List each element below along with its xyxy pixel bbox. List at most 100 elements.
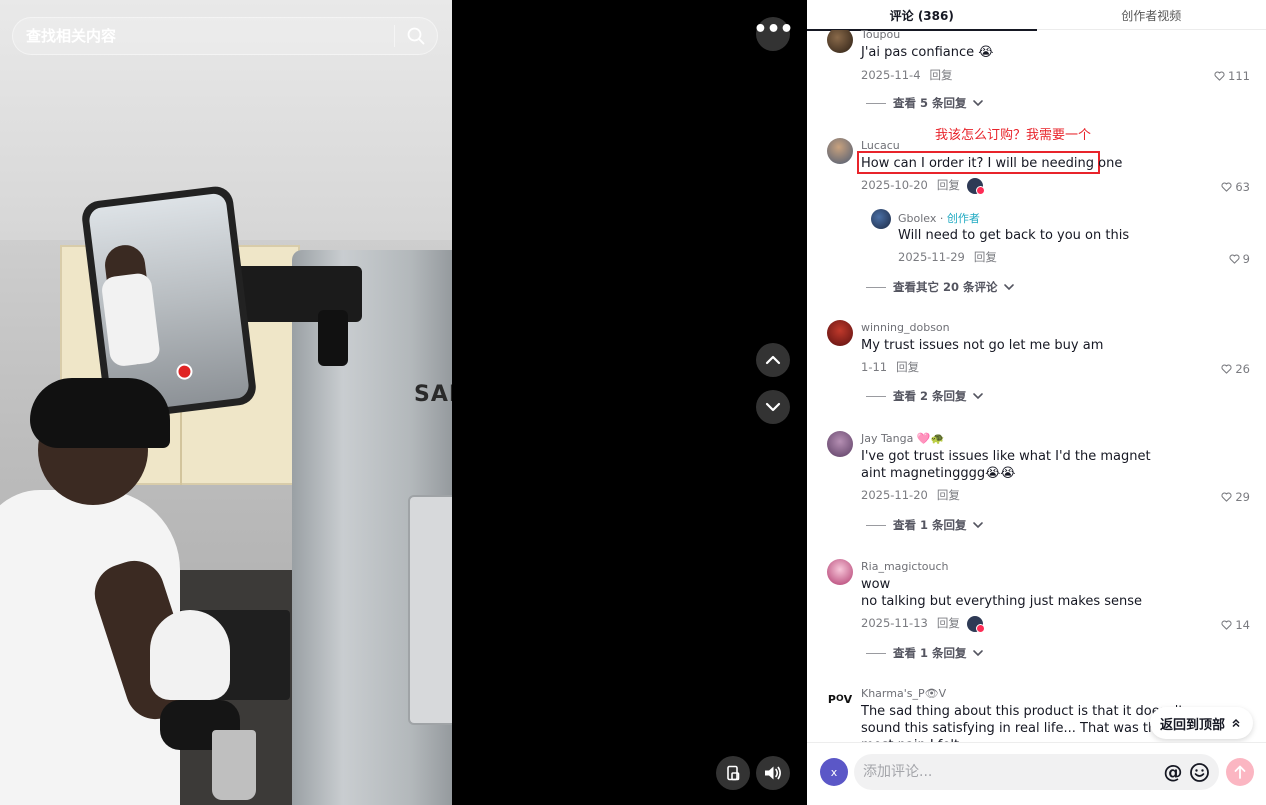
like-button[interactable]: 14 — [1221, 618, 1250, 632]
more-icon: ••• — [753, 17, 793, 42]
reply-meta: 2025-11-29 回复 — [898, 249, 997, 265]
translation-note: 我该怎么订购？我需要一个 — [935, 128, 1092, 143]
more-options-button[interactable]: ••• — [753, 17, 794, 51]
comment-meta: 2025-11-4 回复 — [861, 67, 953, 83]
comment-username[interactable]: winning_dobson — [861, 321, 950, 334]
heart-icon — [1221, 492, 1232, 502]
avatar[interactable] — [827, 30, 853, 53]
comment-text: How can I order it? I will be needing on… — [861, 156, 1123, 171]
comment-date: 2025-11-13 — [861, 616, 928, 630]
comment-username[interactable]: Lucacu — [861, 139, 900, 152]
avatar[interactable] — [827, 138, 853, 164]
reply-button[interactable]: 回复 — [937, 488, 960, 502]
fridge-brand-text: SAMS — [414, 382, 452, 407]
reply-button[interactable]: 回复 — [937, 178, 960, 192]
comment-username[interactable]: Jay Tanga 🩷🐢 — [861, 432, 944, 445]
heart-icon — [1214, 71, 1225, 81]
like-button[interactable]: 63 — [1221, 180, 1250, 194]
send-arrow-icon — [1234, 765, 1246, 779]
at-icon[interactable]: @ — [1161, 760, 1185, 784]
creator-liked-badge — [966, 615, 985, 633]
reply-text: Will need to get back to you on this — [898, 228, 1130, 243]
avatar[interactable]: POV — [827, 686, 853, 712]
volume-button[interactable] — [756, 756, 790, 790]
heart-icon — [1221, 182, 1232, 192]
like-button[interactable]: 111 — [1214, 69, 1250, 83]
panel-tabs: 评论 (386) 创作者视频 — [807, 0, 1266, 31]
comment-composer: x @ — [807, 742, 1266, 805]
creator-avatar[interactable] — [871, 209, 891, 229]
view-replies-button[interactable]: 查看 1 条回复 — [866, 517, 985, 533]
chevron-down-small-icon — [972, 522, 983, 529]
send-button[interactable] — [1226, 758, 1254, 786]
volume-icon — [765, 766, 781, 780]
creator-liked-badge — [966, 177, 985, 195]
back-to-top-button[interactable]: 返回到顶部 — [1150, 707, 1254, 739]
search-button[interactable] — [395, 17, 437, 55]
my-avatar[interactable]: x — [820, 758, 848, 786]
comment-username[interactable]: Ria_magictouch — [861, 560, 949, 573]
chevron-down-small-icon — [972, 100, 983, 107]
reply-button[interactable]: 回复 — [937, 616, 960, 630]
heart-icon — [1221, 620, 1232, 630]
comment-username[interactable]: Kharma's_P👁V — [861, 687, 946, 700]
picture-in-picture-button[interactable] — [716, 756, 750, 790]
chevron-down-icon — [765, 402, 781, 412]
comment-username[interactable]: Toupou — [861, 30, 900, 41]
comment-text: I've got trust issues like what I'd the … — [861, 449, 1151, 481]
like-count: 26 — [1235, 362, 1250, 376]
comment-text-line-2: no talking but everything just makes sen… — [861, 594, 1143, 609]
video-pane: SAMS — [0, 0, 807, 805]
chevron-down-small-icon — [972, 393, 983, 400]
comment-date: 1-11 — [861, 360, 888, 374]
like-count: 14 — [1235, 618, 1250, 632]
emoji-icon — [1189, 762, 1209, 782]
like-count: 111 — [1228, 69, 1250, 83]
comment-date: 2025-11-4 — [861, 68, 921, 82]
chevron-down-small-icon — [1003, 284, 1014, 291]
comment-list[interactable]: Toupou J'ai pas confiance 😭 2025-11-4 回复 … — [807, 30, 1266, 742]
comment-input-box: @ — [854, 754, 1219, 790]
heart-icon — [1229, 254, 1240, 264]
app-window: SAMS — [0, 0, 1266, 805]
search-input[interactable] — [13, 18, 394, 54]
search-bar — [12, 17, 438, 55]
like-button[interactable]: 26 — [1221, 362, 1250, 376]
reply-username[interactable]: Gbolex · 创作者 — [898, 210, 980, 226]
tab-comments[interactable]: 评论 (386) — [807, 0, 1037, 31]
like-button[interactable]: 29 — [1221, 490, 1250, 504]
reply-button[interactable]: 回复 — [896, 360, 919, 374]
comment-text: J'ai pas confiance 😭 — [861, 45, 994, 60]
chevron-up-icon — [765, 355, 781, 365]
creator-tag: 创作者 — [946, 212, 980, 225]
avatar[interactable] — [827, 320, 853, 346]
view-replies-button[interactable]: 查看 5 条回复 — [866, 95, 985, 111]
like-button[interactable]: 9 — [1229, 252, 1250, 266]
tab-creator-videos[interactable]: 创作者视频 — [1037, 0, 1266, 30]
heart-icon — [1221, 364, 1232, 374]
comment-meta: 2025-11-20 回复 — [861, 487, 960, 503]
search-icon — [407, 27, 425, 45]
reply-date: 2025-11-29 — [898, 250, 965, 264]
comment-date: 2025-11-20 — [861, 488, 928, 502]
comments-panel: 评论 (386) 创作者视频 Toupou J'ai pas confiance… — [807, 0, 1266, 805]
like-count: 63 — [1235, 180, 1250, 194]
like-count: 29 — [1235, 490, 1250, 504]
view-replies-button[interactable]: 查看 1 条回复 — [866, 645, 985, 661]
view-replies-button[interactable]: 查看其它 20 条评论 — [866, 279, 1016, 295]
view-replies-button[interactable]: 查看 2 条回复 — [866, 388, 985, 404]
avatar[interactable] — [827, 431, 853, 457]
comment-input[interactable] — [854, 754, 1161, 790]
comment-meta: 2025-10-20 回复 — [861, 177, 985, 195]
emoji-button[interactable] — [1185, 760, 1213, 784]
reply-button[interactable]: 回复 — [930, 68, 953, 82]
comment-text: wow — [861, 577, 891, 592]
next-video-button[interactable] — [756, 390, 790, 424]
video-player[interactable]: SAMS — [0, 0, 452, 805]
reply-button[interactable]: 回复 — [974, 250, 997, 264]
chevron-down-small-icon — [972, 650, 983, 657]
comment-text: The sad thing about this product is that… — [861, 704, 1183, 742]
previous-video-button[interactable] — [756, 343, 790, 377]
comment-meta: 2025-11-13 回复 — [861, 615, 985, 633]
avatar[interactable] — [827, 559, 853, 585]
